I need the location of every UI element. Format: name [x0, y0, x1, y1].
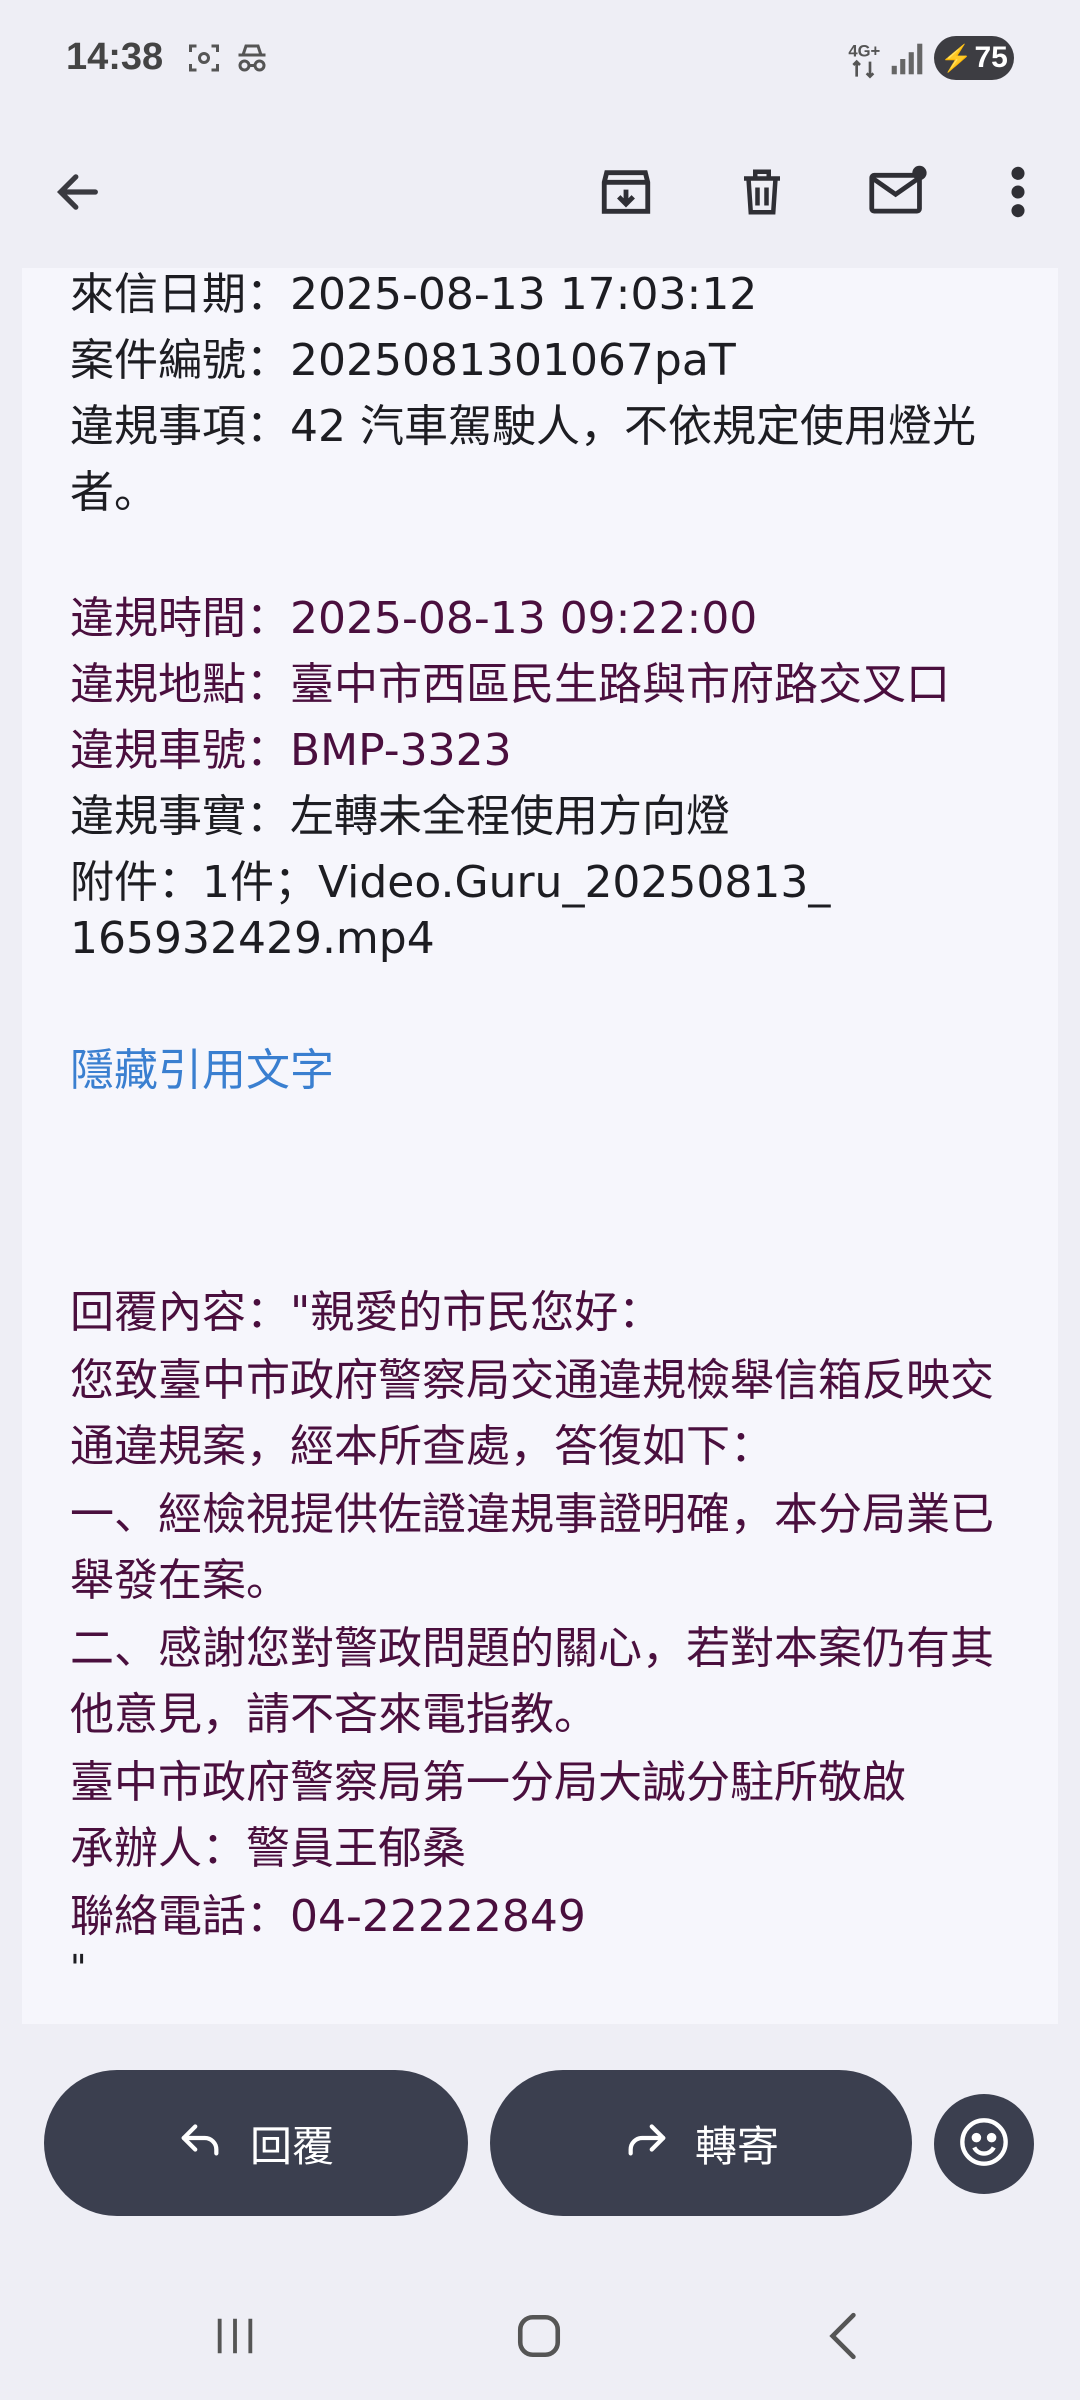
violation-time: 違規時間：2025-08-13 09:22:00 [70, 593, 758, 644]
back-button[interactable] [28, 144, 128, 244]
screenshot-icon [186, 40, 222, 80]
reply-line: 聯絡電話：04-22222849 [70, 1891, 586, 1942]
hide-quoted-text-link[interactable]: 隱藏引用文字 [70, 1038, 334, 1104]
archive-icon [597, 163, 655, 225]
reply-line: 舉發在案。 [70, 1555, 290, 1606]
emoji-reaction-button[interactable] [934, 2094, 1034, 2194]
smiley-icon [958, 2116, 1010, 2172]
delete-icon [735, 163, 789, 225]
reply-line: 回覆內容："親愛的市民您好： [70, 1287, 663, 1338]
received-date: 來信日期：2025-08-13 17:03:12 [70, 269, 758, 320]
forward-label: 轉寄 [694, 2121, 779, 2171]
battery-level: 75 [974, 41, 1008, 74]
reply-label: 回覆 [249, 2121, 334, 2171]
violation-item-cont: 者。 [70, 467, 158, 518]
mark-unread-icon [867, 163, 929, 225]
nav-back-button[interactable] [808, 2308, 878, 2368]
case-number: 案件編號：2025081301067paT [70, 335, 736, 386]
forward-icon [623, 2115, 669, 2171]
reply-line: 臺中市政府警察局第一分局大誠分駐所敬啟 [70, 1757, 906, 1808]
incognito-icon [232, 40, 272, 80]
reply-line: 他意見，請不吝來電指教。 [70, 1689, 598, 1740]
archive-button[interactable] [576, 144, 676, 244]
reply-line: 承辦人：警員王郁桑 [70, 1823, 466, 1874]
reply-line: 二、感謝您對警政問題的關心，若對本案仍有其 [70, 1623, 994, 1674]
system-navigation-bar [0, 2270, 1080, 2400]
signal-icon [890, 42, 924, 80]
email-toolbar [0, 120, 1080, 266]
home-icon [514, 2311, 564, 2365]
email-body: 來信日期：2025-08-13 17:03:12 案件編號：2025081301… [22, 268, 1058, 2024]
recent-apps-icon [212, 2314, 258, 2362]
violation-place: 違規地點：臺中市西區民生路與市府路交叉口 [70, 659, 950, 710]
mark-unread-button[interactable] [848, 144, 948, 244]
status-bar: 14:38 4G+ ⚡ 75 [0, 0, 1080, 120]
reply-icon [178, 2115, 224, 2171]
recent-apps-button[interactable] [200, 2308, 270, 2368]
violation-item: 違規事項：42 汽車駕駛人，不依規定使用燈光 [70, 401, 976, 452]
nav-back-icon [823, 2311, 863, 2365]
battery-charging-icon: ⚡ 75 [934, 36, 1014, 80]
more-vert-icon [1008, 164, 1028, 224]
back-arrow-icon [52, 166, 104, 222]
svg-text:4G+: 4G+ [848, 42, 880, 61]
reply-line: 一、經檢視提供佐證違規事證明確，本分局業已 [70, 1489, 994, 1540]
closing-quote: " [70, 1948, 87, 1989]
reply-line: 您致臺中市政府警察局交通違規檢舉信箱反映交 [70, 1355, 994, 1406]
status-time: 14:38 [66, 36, 164, 78]
delete-button[interactable] [712, 144, 812, 244]
violation-fact: 違規事實：左轉未全程使用方向燈 [70, 791, 730, 842]
reply-line: 通違規案，經本所查處，答復如下： [70, 1421, 774, 1472]
home-button[interactable] [504, 2308, 574, 2368]
reply-button[interactable]: 回覆 [44, 2070, 468, 2216]
attachment-info-cont: 165932429.mp4 [70, 913, 435, 964]
plate-number: 違規車號：BMP-3323 [70, 725, 512, 776]
more-options-button[interactable] [968, 144, 1068, 244]
forward-button[interactable]: 轉寄 [490, 2070, 912, 2216]
network-4g-icon: 4G+ [848, 40, 882, 84]
